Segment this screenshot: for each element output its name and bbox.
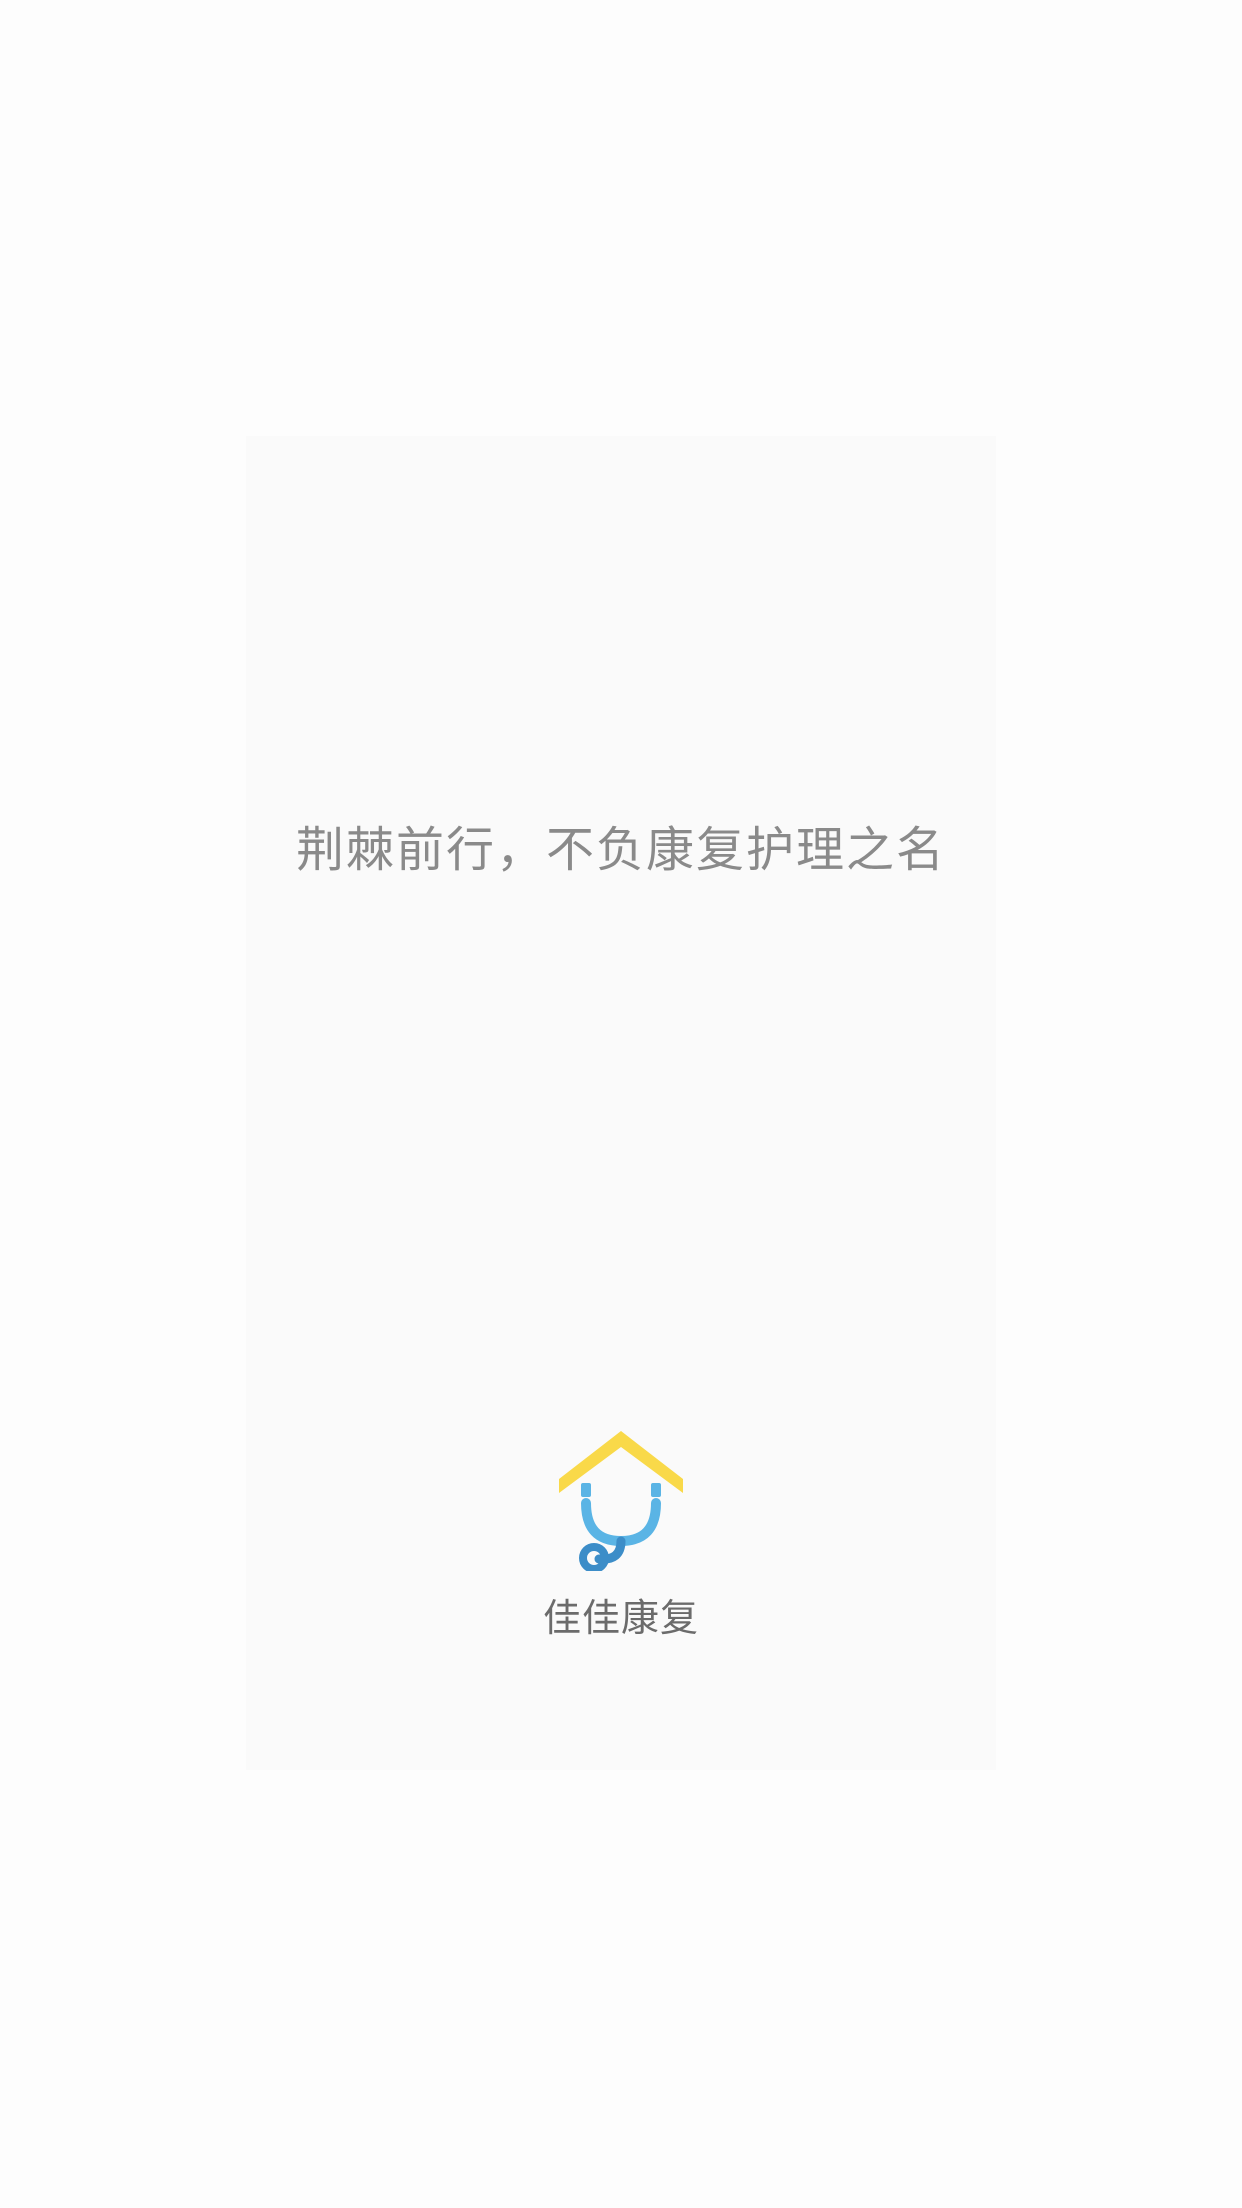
logo-stethoscope-tube [581,1498,661,1547]
slogan-text: 荆棘前行，不负康复护理之名 [295,822,946,878]
logo-roof [559,1431,683,1493]
logo-earpiece-left [581,1483,591,1497]
logo-earpiece-right [651,1483,661,1497]
brand-name: 佳佳康复 [542,1596,699,1640]
splash-screen: 荆棘前行，不负康复护理之名 佳佳康复 [0,0,1242,2208]
logo-chestpiece [579,1543,609,1571]
splash-card: 荆棘前行，不负康复护理之名 佳佳康复 [246,436,996,1770]
house-stethoscope-icon [559,1431,683,1571]
